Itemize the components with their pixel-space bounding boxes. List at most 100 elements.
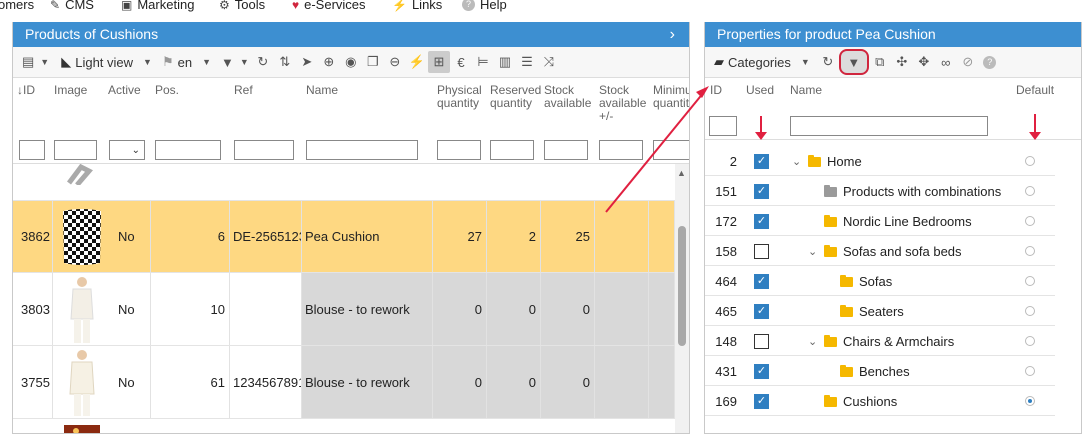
column-name[interactable]: Name bbox=[790, 84, 822, 97]
mass-update-icon[interactable]: ⊨ bbox=[472, 51, 494, 73]
column-active[interactable]: Active bbox=[108, 84, 141, 97]
menu-links[interactable]: ⚡ Links bbox=[392, 0, 442, 12]
default-radio[interactable] bbox=[1025, 186, 1035, 196]
table-row[interactable]: 3862 No 6 DE-2565123 Pea Cushion 27 2 25 bbox=[13, 201, 675, 273]
open-external-icon[interactable]: ⧉ bbox=[869, 51, 891, 73]
list-order-icon[interactable]: ☰ bbox=[516, 51, 538, 73]
filter-reserved-input[interactable] bbox=[490, 140, 534, 160]
shuffle-icon[interactable]: ⤨ bbox=[538, 51, 560, 73]
used-checkbox[interactable]: ✓ bbox=[754, 364, 769, 379]
scroll-up-icon[interactable]: ▲ bbox=[677, 168, 686, 178]
chevron-right-icon[interactable]: › bbox=[670, 22, 675, 47]
column-used[interactable]: Used bbox=[746, 84, 774, 97]
filter-stock-delta-input[interactable] bbox=[599, 140, 643, 160]
menu-help[interactable]: ? Help bbox=[462, 0, 507, 12]
column-stock-available[interactable]: Stock available bbox=[544, 84, 596, 110]
euro-icon[interactable]: € bbox=[450, 51, 472, 73]
menu-tools[interactable]: ⚙ Tools bbox=[219, 0, 265, 12]
category-row[interactable]: 148 ⌄ Chairs & Armchairs bbox=[705, 326, 1055, 356]
refresh-icon[interactable]: ↻ bbox=[817, 51, 839, 73]
table-row[interactable] bbox=[13, 164, 675, 201]
add-panel-icon[interactable]: ⊞ bbox=[427, 51, 450, 73]
grid-icon[interactable]: ▤ ▼ bbox=[19, 51, 52, 73]
column-physical-quantity[interactable]: Physical quantity bbox=[437, 84, 487, 110]
csv-icon[interactable]: ▥ bbox=[494, 51, 516, 73]
default-radio[interactable] bbox=[1025, 306, 1035, 316]
filter-icon[interactable]: ▼ ▼ bbox=[218, 51, 252, 73]
filter-physical-input[interactable] bbox=[437, 140, 481, 160]
column-ref[interactable]: Ref bbox=[234, 84, 253, 97]
copy-icon[interactable]: ❐ bbox=[362, 51, 384, 73]
scrollbar-thumb[interactable] bbox=[678, 226, 686, 346]
column-minimum-quantity[interactable]: Minimu quantity bbox=[653, 84, 689, 110]
refresh-icon[interactable]: ↻ bbox=[252, 51, 274, 73]
filter-id-input[interactable] bbox=[709, 116, 737, 136]
column-id[interactable]: ID bbox=[710, 84, 722, 97]
expand-chevron-icon[interactable]: ⌄ bbox=[808, 335, 818, 348]
categories-dropdown[interactable]: ▰ Categories ▼ bbox=[711, 51, 813, 73]
cursor-icon[interactable]: ➤ bbox=[296, 51, 318, 73]
column-default[interactable]: Default bbox=[1016, 84, 1054, 97]
column-name[interactable]: Name bbox=[306, 84, 338, 97]
default-radio[interactable] bbox=[1025, 336, 1035, 346]
view-dropdown[interactable]: ◣ Light view ▼ bbox=[58, 51, 155, 73]
expand-chevron-icon[interactable]: ⌄ bbox=[792, 155, 802, 168]
table-row[interactable]: 3803 No 10 Blouse - to rework 0 0 0 bbox=[13, 273, 675, 346]
add-icon[interactable]: ⊕ bbox=[318, 51, 340, 73]
default-radio[interactable] bbox=[1025, 246, 1035, 256]
menu-customers[interactable]: omers bbox=[0, 0, 34, 12]
menu-marketing[interactable]: ▣ Marketing bbox=[121, 0, 194, 12]
table-row[interactable] bbox=[13, 419, 675, 433]
used-checkbox[interactable]: ✓ bbox=[754, 184, 769, 199]
default-radio[interactable] bbox=[1025, 276, 1035, 286]
menu-cms[interactable]: ✎ CMS bbox=[50, 0, 94, 12]
language-dropdown[interactable]: ⚑ en ▼ bbox=[159, 51, 214, 73]
menu-eservices[interactable]: ♥ e-Services bbox=[292, 0, 366, 12]
expand-icon[interactable]: ✣ bbox=[891, 51, 913, 73]
used-checkbox[interactable] bbox=[754, 334, 769, 349]
table-row[interactable]: 3755 No 61 1234567891 Blouse - to rework… bbox=[13, 346, 675, 419]
help-icon[interactable]: ? bbox=[979, 51, 1001, 73]
column-reserved-quantity[interactable]: Reserved quantity bbox=[490, 84, 542, 110]
sync-icon[interactable]: ⇅ bbox=[274, 51, 296, 73]
unlink-icon[interactable]: ⊘ bbox=[957, 51, 979, 73]
default-radio[interactable] bbox=[1025, 366, 1035, 376]
category-row[interactable]: 2 ✓ ⌄ Home bbox=[705, 146, 1055, 176]
used-checkbox[interactable]: ✓ bbox=[754, 274, 769, 289]
filter-image-input[interactable] bbox=[54, 140, 97, 160]
used-checkbox[interactable]: ✓ bbox=[754, 154, 769, 169]
column-id[interactable]: ↓ID bbox=[17, 84, 35, 97]
category-row[interactable]: 169 ✓ Cushions bbox=[705, 386, 1055, 416]
filter-name-input[interactable] bbox=[790, 116, 988, 136]
filter-stock-input[interactable] bbox=[544, 140, 588, 160]
column-pos[interactable]: Pos. bbox=[155, 84, 179, 97]
remove-icon[interactable]: ⊖ bbox=[384, 51, 406, 73]
filter-pos-input[interactable] bbox=[155, 140, 221, 160]
category-row[interactable]: 465 ✓ Seaters bbox=[705, 296, 1055, 326]
filter-ref-input[interactable] bbox=[234, 140, 294, 160]
category-row[interactable]: 431 ✓ Benches bbox=[705, 356, 1055, 386]
category-row[interactable]: 158 ⌄ Sofas and sofa beds bbox=[705, 236, 1055, 266]
default-radio[interactable] bbox=[1025, 396, 1035, 406]
default-radio[interactable] bbox=[1025, 216, 1035, 226]
used-checkbox[interactable]: ✓ bbox=[754, 394, 769, 409]
duplicate-icon[interactable]: ◉ bbox=[340, 51, 362, 73]
collapse-icon[interactable]: ✥ bbox=[913, 51, 935, 73]
filter-active-select[interactable]: ⌄ bbox=[109, 140, 145, 160]
column-stock-available-delta[interactable]: Stock available +/- bbox=[599, 84, 651, 123]
default-radio[interactable] bbox=[1025, 156, 1035, 166]
used-checkbox[interactable]: ✓ bbox=[754, 304, 769, 319]
category-row[interactable]: 464 ✓ Sofas bbox=[705, 266, 1055, 296]
grid-scrollbar[interactable]: ▲ bbox=[675, 164, 689, 433]
used-checkbox[interactable] bbox=[754, 244, 769, 259]
category-row[interactable]: 151 ✓ Products with combinations bbox=[705, 176, 1055, 206]
link-icon[interactable]: ∞ bbox=[935, 51, 957, 73]
filter-icon[interactable]: ▼ bbox=[838, 49, 869, 75]
lightning-icon[interactable]: ⚡ bbox=[406, 51, 428, 73]
expand-chevron-icon[interactable]: ⌄ bbox=[808, 245, 818, 258]
filter-id-input[interactable] bbox=[19, 140, 45, 160]
column-image[interactable]: Image bbox=[54, 84, 87, 97]
filter-name-input[interactable] bbox=[306, 140, 418, 160]
category-row[interactable]: 172 ✓ Nordic Line Bedrooms bbox=[705, 206, 1055, 236]
used-checkbox[interactable]: ✓ bbox=[754, 214, 769, 229]
